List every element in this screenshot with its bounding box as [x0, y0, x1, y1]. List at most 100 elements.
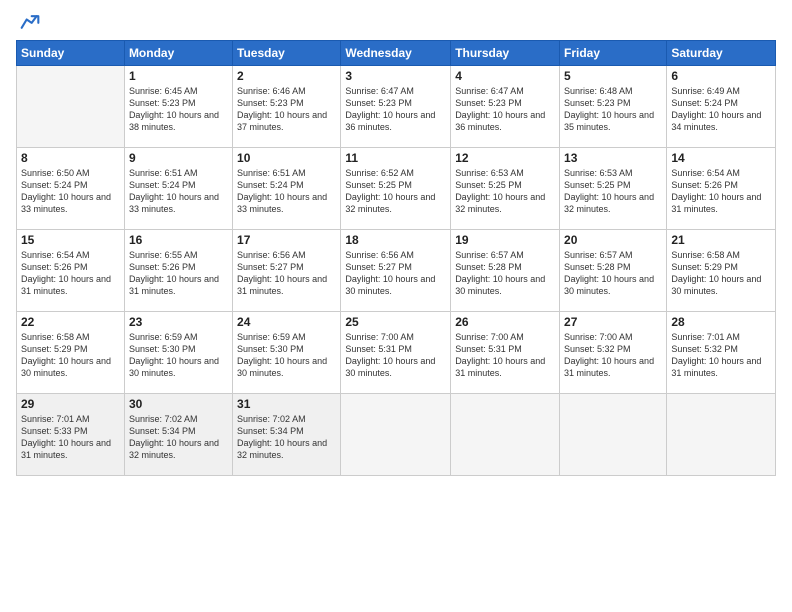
calendar-cell [17, 66, 125, 148]
day-info: Sunrise: 6:47 AMSunset: 5:23 PMDaylight:… [345, 85, 446, 134]
day-info: Sunrise: 7:00 AMSunset: 5:31 PMDaylight:… [455, 331, 555, 380]
day-info: Sunrise: 6:52 AMSunset: 5:25 PMDaylight:… [345, 167, 446, 216]
col-header-saturday: Saturday [667, 41, 776, 66]
day-info: Sunrise: 6:55 AMSunset: 5:26 PMDaylight:… [129, 249, 228, 298]
day-number: 25 [345, 315, 446, 329]
day-info: Sunrise: 6:46 AMSunset: 5:23 PMDaylight:… [237, 85, 336, 134]
calendar-week-0: 1 Sunrise: 6:45 AMSunset: 5:23 PMDayligh… [17, 66, 776, 148]
calendar-week-1: 8 Sunrise: 6:50 AMSunset: 5:24 PMDayligh… [17, 148, 776, 230]
day-number: 15 [21, 233, 120, 247]
calendar-cell: 29 Sunrise: 7:01 AMSunset: 5:33 PMDaylig… [17, 394, 125, 476]
calendar-cell: 19 Sunrise: 6:57 AMSunset: 5:28 PMDaylig… [451, 230, 560, 312]
day-number: 4 [455, 69, 555, 83]
calendar-cell: 1 Sunrise: 6:45 AMSunset: 5:23 PMDayligh… [124, 66, 232, 148]
day-info: Sunrise: 7:00 AMSunset: 5:31 PMDaylight:… [345, 331, 446, 380]
day-number: 20 [564, 233, 662, 247]
day-number: 5 [564, 69, 662, 83]
col-header-sunday: Sunday [17, 41, 125, 66]
day-number: 1 [129, 69, 228, 83]
col-header-tuesday: Tuesday [233, 41, 341, 66]
day-number: 11 [345, 151, 446, 165]
calendar-cell: 14 Sunrise: 6:54 AMSunset: 5:26 PMDaylig… [667, 148, 776, 230]
calendar-cell: 8 Sunrise: 6:50 AMSunset: 5:24 PMDayligh… [17, 148, 125, 230]
calendar-cell [341, 394, 451, 476]
calendar-cell: 6 Sunrise: 6:49 AMSunset: 5:24 PMDayligh… [667, 66, 776, 148]
day-number: 6 [671, 69, 771, 83]
calendar-cell: 21 Sunrise: 6:58 AMSunset: 5:29 PMDaylig… [667, 230, 776, 312]
calendar-cell: 31 Sunrise: 7:02 AMSunset: 5:34 PMDaylig… [233, 394, 341, 476]
header [16, 12, 776, 32]
col-header-friday: Friday [560, 41, 667, 66]
calendar-cell: 25 Sunrise: 7:00 AMSunset: 5:31 PMDaylig… [341, 312, 451, 394]
calendar-cell: 10 Sunrise: 6:51 AMSunset: 5:24 PMDaylig… [233, 148, 341, 230]
day-number: 10 [237, 151, 336, 165]
day-number: 16 [129, 233, 228, 247]
col-header-thursday: Thursday [451, 41, 560, 66]
calendar-cell: 28 Sunrise: 7:01 AMSunset: 5:32 PMDaylig… [667, 312, 776, 394]
col-header-wednesday: Wednesday [341, 41, 451, 66]
day-info: Sunrise: 7:01 AMSunset: 5:33 PMDaylight:… [21, 413, 120, 462]
day-info: Sunrise: 7:02 AMSunset: 5:34 PMDaylight:… [129, 413, 228, 462]
calendar-cell: 16 Sunrise: 6:55 AMSunset: 5:26 PMDaylig… [124, 230, 232, 312]
day-info: Sunrise: 6:54 AMSunset: 5:26 PMDaylight:… [671, 167, 771, 216]
calendar-cell [667, 394, 776, 476]
day-info: Sunrise: 6:56 AMSunset: 5:27 PMDaylight:… [345, 249, 446, 298]
day-number: 31 [237, 397, 336, 411]
calendar-cell: 24 Sunrise: 6:59 AMSunset: 5:30 PMDaylig… [233, 312, 341, 394]
day-info: Sunrise: 6:51 AMSunset: 5:24 PMDaylight:… [129, 167, 228, 216]
day-info: Sunrise: 6:58 AMSunset: 5:29 PMDaylight:… [671, 249, 771, 298]
day-number: 26 [455, 315, 555, 329]
day-info: Sunrise: 6:53 AMSunset: 5:25 PMDaylight:… [455, 167, 555, 216]
day-info: Sunrise: 6:45 AMSunset: 5:23 PMDaylight:… [129, 85, 228, 134]
col-header-monday: Monday [124, 41, 232, 66]
day-number: 3 [345, 69, 446, 83]
day-number: 8 [21, 151, 120, 165]
day-number: 30 [129, 397, 228, 411]
day-number: 17 [237, 233, 336, 247]
day-info: Sunrise: 6:51 AMSunset: 5:24 PMDaylight:… [237, 167, 336, 216]
day-info: Sunrise: 6:49 AMSunset: 5:24 PMDaylight:… [671, 85, 771, 134]
calendar-cell: 20 Sunrise: 6:57 AMSunset: 5:28 PMDaylig… [560, 230, 667, 312]
day-number: 18 [345, 233, 446, 247]
calendar-cell: 30 Sunrise: 7:02 AMSunset: 5:34 PMDaylig… [124, 394, 232, 476]
calendar-cell: 9 Sunrise: 6:51 AMSunset: 5:24 PMDayligh… [124, 148, 232, 230]
day-info: Sunrise: 7:02 AMSunset: 5:34 PMDaylight:… [237, 413, 336, 462]
day-info: Sunrise: 6:59 AMSunset: 5:30 PMDaylight:… [129, 331, 228, 380]
day-info: Sunrise: 6:48 AMSunset: 5:23 PMDaylight:… [564, 85, 662, 134]
day-info: Sunrise: 6:59 AMSunset: 5:30 PMDaylight:… [237, 331, 336, 380]
calendar-cell [560, 394, 667, 476]
calendar-cell: 13 Sunrise: 6:53 AMSunset: 5:25 PMDaylig… [560, 148, 667, 230]
day-info: Sunrise: 6:56 AMSunset: 5:27 PMDaylight:… [237, 249, 336, 298]
calendar-cell: 22 Sunrise: 6:58 AMSunset: 5:29 PMDaylig… [17, 312, 125, 394]
calendar-cell: 15 Sunrise: 6:54 AMSunset: 5:26 PMDaylig… [17, 230, 125, 312]
calendar-cell: 5 Sunrise: 6:48 AMSunset: 5:23 PMDayligh… [560, 66, 667, 148]
day-number: 13 [564, 151, 662, 165]
day-info: Sunrise: 6:53 AMSunset: 5:25 PMDaylight:… [564, 167, 662, 216]
calendar-cell: 2 Sunrise: 6:46 AMSunset: 5:23 PMDayligh… [233, 66, 341, 148]
calendar-cell: 4 Sunrise: 6:47 AMSunset: 5:23 PMDayligh… [451, 66, 560, 148]
calendar-header-row: SundayMondayTuesdayWednesdayThursdayFrid… [17, 41, 776, 66]
day-info: Sunrise: 6:57 AMSunset: 5:28 PMDaylight:… [455, 249, 555, 298]
calendar-week-2: 15 Sunrise: 6:54 AMSunset: 5:26 PMDaylig… [17, 230, 776, 312]
calendar-cell: 11 Sunrise: 6:52 AMSunset: 5:25 PMDaylig… [341, 148, 451, 230]
day-number: 2 [237, 69, 336, 83]
day-number: 29 [21, 397, 120, 411]
calendar-cell: 26 Sunrise: 7:00 AMSunset: 5:31 PMDaylig… [451, 312, 560, 394]
day-number: 23 [129, 315, 228, 329]
calendar-cell: 27 Sunrise: 7:00 AMSunset: 5:32 PMDaylig… [560, 312, 667, 394]
day-number: 9 [129, 151, 228, 165]
logo-icon [20, 12, 40, 32]
day-number: 14 [671, 151, 771, 165]
day-number: 28 [671, 315, 771, 329]
day-number: 19 [455, 233, 555, 247]
day-number: 21 [671, 233, 771, 247]
day-info: Sunrise: 6:58 AMSunset: 5:29 PMDaylight:… [21, 331, 120, 380]
calendar-cell: 12 Sunrise: 6:53 AMSunset: 5:25 PMDaylig… [451, 148, 560, 230]
day-info: Sunrise: 6:50 AMSunset: 5:24 PMDaylight:… [21, 167, 120, 216]
calendar-cell: 17 Sunrise: 6:56 AMSunset: 5:27 PMDaylig… [233, 230, 341, 312]
day-info: Sunrise: 7:01 AMSunset: 5:32 PMDaylight:… [671, 331, 771, 380]
day-number: 12 [455, 151, 555, 165]
logo [16, 12, 44, 32]
calendar-cell: 3 Sunrise: 6:47 AMSunset: 5:23 PMDayligh… [341, 66, 451, 148]
calendar-cell [451, 394, 560, 476]
